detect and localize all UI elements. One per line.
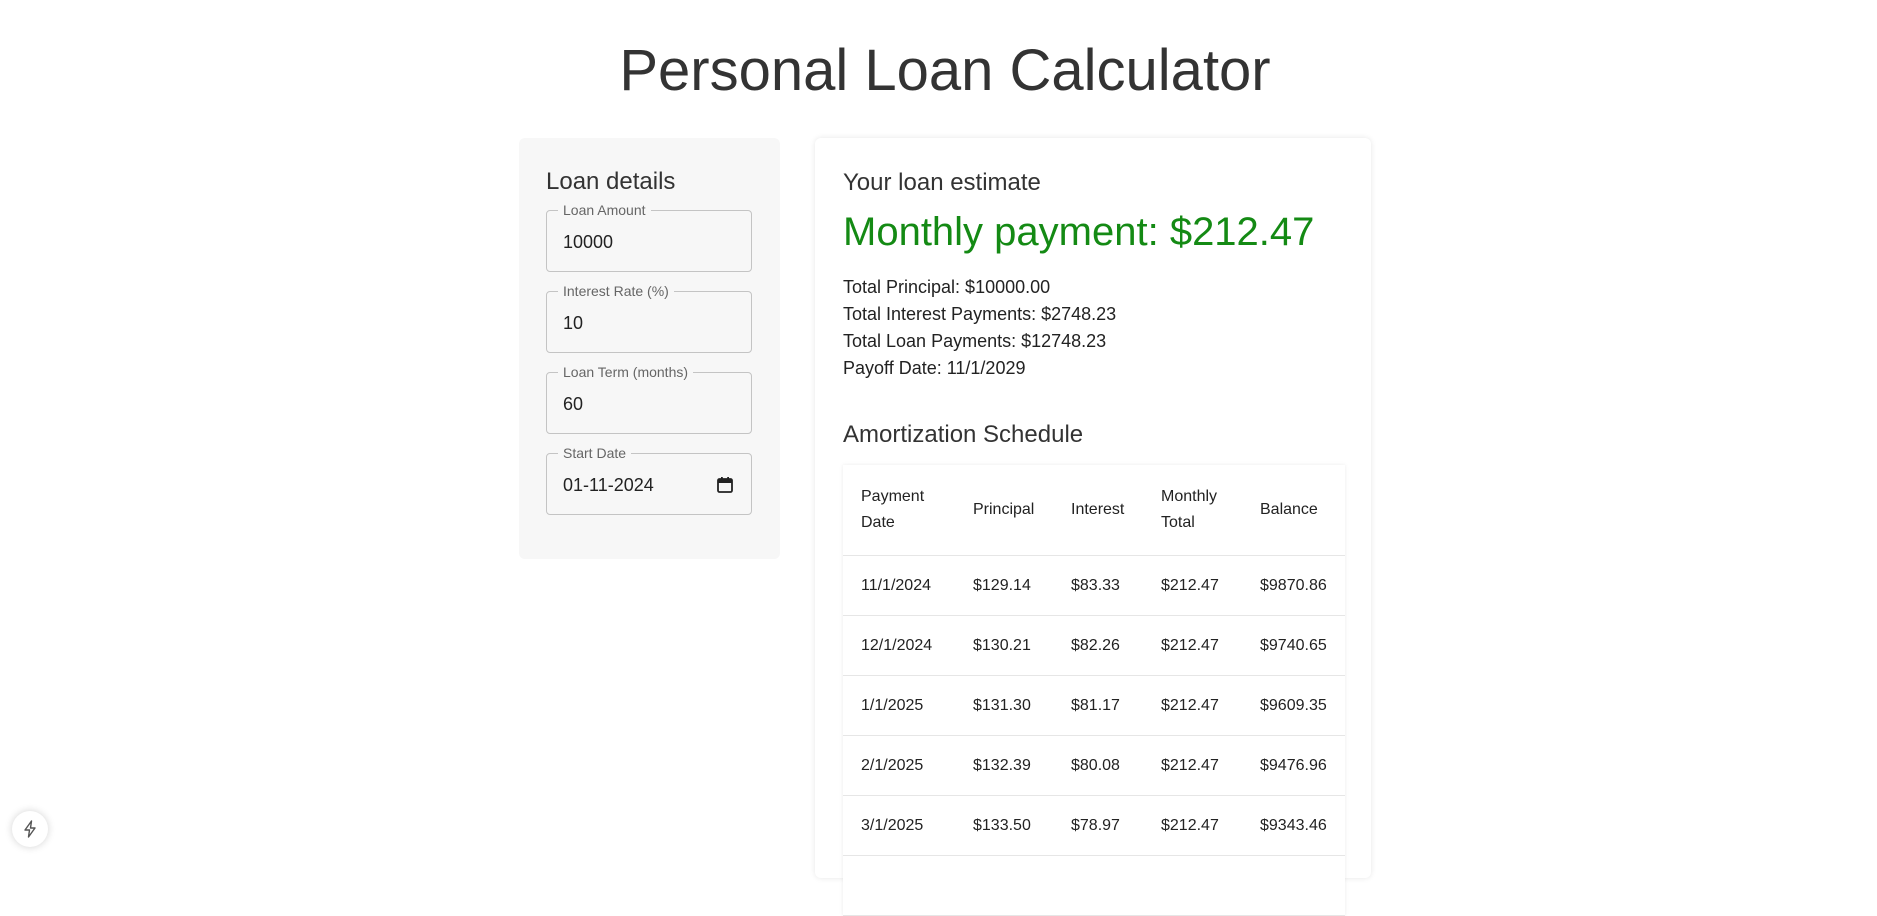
- cell-principal: $130.21: [955, 615, 1053, 676]
- cell-monthly-total: $212.47: [1143, 795, 1242, 856]
- amortization-heading: Amortization Schedule: [843, 421, 1084, 448]
- table-row: 3/1/2025 $133.50 $78.97 $212.47 $9343.46: [843, 795, 1345, 856]
- cell-interest: $83.33: [1053, 555, 1143, 616]
- bolt-icon: [24, 820, 36, 838]
- interest-rate-field[interactable]: Interest Rate (%) 10: [546, 282, 752, 353]
- page-title: Personal Loan Calculator: [619, 38, 1271, 103]
- column-header-monthly-total: Monthly Total: [1143, 465, 1242, 556]
- cell-interest: $78.97: [1053, 795, 1143, 856]
- cell-monthly-total: $212.47: [1143, 675, 1242, 736]
- cell-payment-date: 12/1/2024: [843, 615, 955, 676]
- table-row: 2/1/2025 $132.39 $80.08 $212.47 $9476.96: [843, 735, 1345, 796]
- cell-payment-date: 1/1/2025: [843, 675, 955, 736]
- loan-amount-field[interactable]: Loan Amount 10000: [546, 201, 752, 272]
- amortization-table-container[interactable]: Payment Date Principal Interest Monthly …: [843, 465, 1345, 916]
- cell-balance: $9609.35: [1242, 675, 1345, 736]
- cell-principal: $133.50: [955, 795, 1053, 856]
- column-header-principal: Principal: [955, 465, 1053, 556]
- loan-details-heading: Loan details: [546, 168, 676, 195]
- cell-interest: $80.08: [1053, 735, 1143, 796]
- loan-amount-label: Loan Amount: [558, 201, 651, 219]
- cell-payment-date: 2/1/2025: [843, 735, 955, 796]
- table-row: 1/1/2025 $131.30 $81.17 $212.47 $9609.35: [843, 675, 1345, 736]
- column-header-interest: Interest: [1053, 465, 1143, 556]
- total-interest: Total Interest Payments: $2748.23: [843, 304, 1117, 324]
- payoff-date: Payoff Date: 11/1/2029: [843, 358, 1026, 378]
- estimate-heading: Your loan estimate: [843, 169, 1041, 196]
- interest-rate-label: Interest Rate (%): [558, 282, 674, 300]
- cell-payment-date: 3/1/2025: [843, 795, 955, 856]
- calendar-icon[interactable]: [716, 476, 734, 494]
- loan-term-value[interactable]: 60: [563, 393, 583, 415]
- loan-term-label: Loan Term (months): [558, 363, 694, 381]
- cell-monthly-total: $212.47: [1143, 555, 1242, 616]
- cell-payment-date: 11/1/2024: [843, 555, 955, 616]
- table-header-row: Payment Date Principal Interest Monthly …: [843, 465, 1345, 556]
- cell-interest: $81.17: [1053, 675, 1143, 736]
- cell-balance: $9740.65: [1242, 615, 1345, 676]
- cell-monthly-total: $212.47: [1143, 735, 1242, 796]
- cell-principal: $132.39: [955, 735, 1053, 796]
- column-header-payment-date: Payment Date: [843, 465, 955, 556]
- devtools-button[interactable]: [12, 811, 48, 847]
- cell-balance: $9343.46: [1242, 795, 1345, 856]
- cell-interest: $82.26: [1053, 615, 1143, 676]
- total-payments: Total Loan Payments: $12748.23: [843, 331, 1107, 351]
- table-row: 11/1/2024 $129.14 $83.33 $212.47 $9870.8…: [843, 555, 1345, 616]
- monthly-payment: Monthly payment: $212.47: [843, 210, 1315, 254]
- table-row: [843, 855, 1345, 916]
- loan-details-panel: Loan details Loan Amount 10000 Interest …: [519, 138, 780, 559]
- loan-term-field[interactable]: Loan Term (months) 60: [546, 363, 752, 434]
- amortization-table: Payment Date Principal Interest Monthly …: [843, 465, 1345, 916]
- total-principal: Total Principal: $10000.00: [843, 277, 1051, 297]
- cell-principal: $129.14: [955, 555, 1053, 616]
- cell-monthly-total: $212.47: [1143, 615, 1242, 676]
- cell-balance: $9476.96: [1242, 735, 1345, 796]
- start-date-label: Start Date: [558, 444, 632, 462]
- cell-principal: $131.30: [955, 675, 1053, 736]
- table-row: 12/1/2024 $130.21 $82.26 $212.47 $9740.6…: [843, 615, 1345, 676]
- interest-rate-value[interactable]: 10: [563, 312, 583, 334]
- column-header-balance: Balance: [1242, 465, 1345, 556]
- start-date-value[interactable]: 01-11-2024: [563, 474, 654, 496]
- loan-estimate-panel: Your loan estimate Monthly payment: $212…: [815, 138, 1371, 916]
- cell-balance: $9870.86: [1242, 555, 1345, 616]
- start-date-field[interactable]: Start Date 01-11-2024: [546, 444, 752, 515]
- loan-amount-value[interactable]: 10000: [563, 231, 613, 253]
